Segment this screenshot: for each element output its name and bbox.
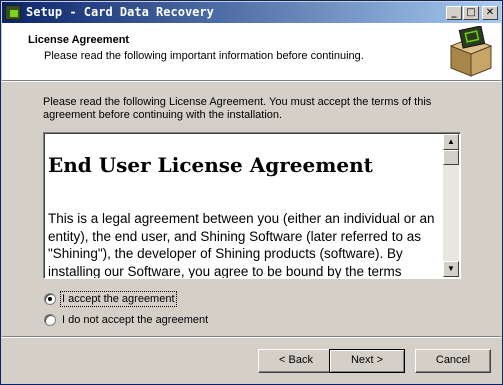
maximize-button[interactable]: □ [463,6,479,20]
minimize-button[interactable]: _ [446,6,462,20]
window-title: Setup - Card Data Recovery [26,5,214,19]
page-subtitle: Please read the following important info… [44,50,364,62]
scroll-down-button[interactable]: ▼ [443,261,459,277]
title-bar[interactable]: Setup - Card Data Recovery _ □ ✕ [2,2,501,23]
scroll-up-button[interactable]: ▲ [443,134,459,150]
next-button[interactable]: Next > [329,349,405,373]
page-title: License Agreement [28,34,130,46]
license-body: This is a legal agreement between you (e… [48,211,435,279]
close-button[interactable]: ✕ [482,6,498,20]
decline-radio[interactable] [44,314,56,326]
back-button[interactable]: < Back [258,349,334,373]
footer-divider [2,336,501,338]
license-text-box[interactable]: End User License Agreement This is a leg… [43,132,461,279]
installer-box-icon [449,26,493,77]
accept-radio[interactable] [44,293,56,305]
intro-text: Please read the following License Agreem… [43,96,432,121]
accept-label[interactable]: I accept the agreement [60,291,177,307]
app-icon [5,5,21,20]
license-heading: End User License Agreement [48,153,373,177]
license-scrollbar[interactable]: ▲ ▼ [443,134,459,277]
cancel-button[interactable]: Cancel [415,349,491,373]
decline-label[interactable]: I do not accept the agreement [61,313,209,327]
wizard-header: License Agreement Please read the follow… [2,23,501,82]
setup-window: Setup - Card Data Recovery _ □ ✕ License… [0,0,503,385]
scroll-thumb[interactable] [443,150,459,165]
